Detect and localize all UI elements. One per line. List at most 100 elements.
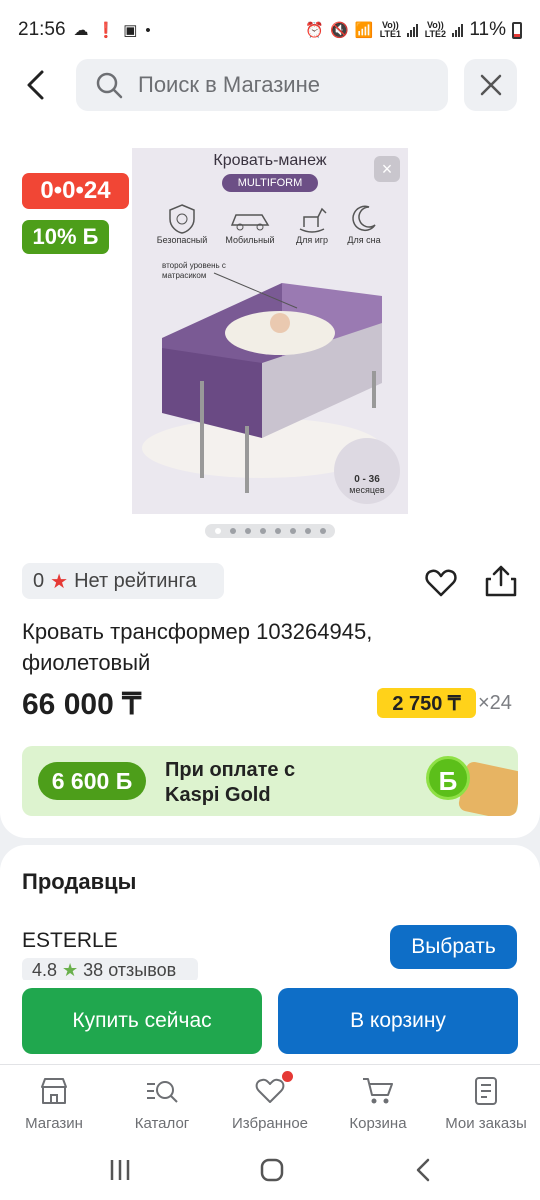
lte2-label: Vo)) LTE2 (424, 20, 447, 39)
image-heading: Кровать-манеж (213, 152, 327, 169)
age-badge: 0 - 36 месяцев (334, 438, 400, 504)
top-bar: Поиск в Магазине (0, 58, 540, 112)
search-icon (96, 72, 123, 99)
tab-favorites[interactable]: Избранное (216, 1071, 324, 1132)
dot-icon: • (145, 21, 151, 39)
bonus-coin-icon: Б (426, 756, 470, 800)
seller-rating-value: 4.8 (32, 959, 58, 980)
gold-text: При оплате с Kaspi Gold (165, 758, 295, 808)
cloud-icon: ☁ (73, 22, 89, 39)
alarm-icon: ⏰ (305, 22, 324, 39)
add-to-cart-button[interactable]: В корзину (278, 988, 518, 1054)
tab-label: Магазин (25, 1115, 83, 1132)
search-input[interactable]: Поиск в Магазине (76, 59, 448, 111)
car-icon (220, 203, 280, 235)
rating-text: Нет рейтинга (74, 569, 197, 592)
bonus-badge: 10% Б (22, 220, 109, 254)
back-button[interactable] (20, 68, 60, 102)
carousel-dots[interactable] (205, 524, 335, 538)
favorite-button[interactable] (424, 566, 458, 600)
recent-apps-button[interactable] (100, 1156, 140, 1184)
seller-reviews: 38 отзывов (83, 959, 177, 980)
bottom-tab-bar: Магазин Каталог Избранное Корзина Мои за… (0, 1064, 540, 1140)
gold-text-line1: При оплате с (165, 759, 296, 781)
orders-icon (475, 1077, 497, 1105)
installment-badge[interactable]: 2 750 ₸ (377, 688, 476, 718)
age-unit: месяцев (349, 485, 385, 495)
choose-seller-button[interactable]: Выбрать (390, 925, 517, 969)
tab-label: Избранное (231, 1115, 309, 1132)
kaspi-gold-banner[interactable]: 6 600 Б При оплате с Kaspi Gold Б (22, 746, 518, 816)
status-time: 21:56 (18, 19, 66, 40)
feature-play: Для игр (282, 203, 342, 245)
product-title: Кровать трансформер 103264945, фиолетовы… (22, 619, 373, 675)
shield-icon (152, 203, 212, 235)
star-icon: ★ (50, 570, 69, 593)
status-bar: 21:56 ☁ ❗ ▣ • ⏰ 🔇 📶 Vo)) LTE1 Vo)) LTE2 … (0, 0, 540, 60)
feature-mobile: Мобильный (220, 203, 280, 245)
image-icon: ▣ (123, 22, 138, 39)
gold-text-line2: Kaspi Gold (165, 784, 271, 806)
seller-name[interactable]: ESTERLE (22, 929, 118, 953)
tab-store[interactable]: Магазин (0, 1075, 108, 1132)
carousel-dot[interactable] (259, 528, 266, 534)
sellers-title: Продавцы (22, 869, 137, 894)
gold-bonus-pill: 6 600 Б (38, 762, 146, 800)
arrow-left-icon (27, 70, 44, 100)
carousel-dot[interactable] (304, 528, 311, 534)
signal2-icon (452, 23, 464, 37)
tab-label: Корзина (349, 1115, 407, 1132)
store-icon (41, 1078, 67, 1104)
carousel-dot[interactable] (289, 528, 296, 534)
rating-pill[interactable]: 0 ★ Нет рейтинга (22, 563, 224, 599)
carousel-dot[interactable] (319, 528, 326, 534)
alert-icon: ❗ (96, 22, 116, 39)
buy-now-button[interactable]: Купить сейчас (22, 988, 262, 1054)
carousel-dot[interactable] (229, 528, 236, 534)
system-back-button[interactable] (404, 1156, 444, 1184)
rocking-horse-icon (282, 203, 342, 235)
age-range: 0 - 36 (354, 474, 380, 485)
tab-label: Каталог (134, 1115, 190, 1132)
tab-catalog[interactable]: Каталог (108, 1075, 216, 1132)
moon-icon (334, 203, 394, 235)
signal1-icon (407, 23, 419, 37)
installment-months: ×24 (478, 692, 512, 714)
feature-label: Для сна (347, 235, 381, 245)
home-icon (260, 1158, 284, 1182)
share-button[interactable] (484, 564, 518, 598)
close-icon (480, 74, 501, 96)
image-close-icon: × (374, 156, 400, 182)
tab-orders[interactable]: Мои заказы (432, 1075, 540, 1132)
home-button[interactable] (252, 1156, 292, 1184)
battery-percent: 11% (469, 19, 506, 40)
carousel-dot[interactable] (244, 528, 251, 534)
feature-safe: Безопасный (152, 203, 212, 245)
close-button[interactable] (464, 59, 517, 111)
tab-label: Мои заказы (445, 1115, 527, 1132)
wifi-icon: 📶 (354, 22, 374, 39)
rating-count: 0 (33, 569, 45, 592)
feature-label: Мобильный (225, 235, 275, 245)
recent-apps-icon (110, 1160, 130, 1180)
promo-timer-badge: 0•0•24 (22, 173, 129, 209)
image-callout: второй уровень с матрасиком (162, 261, 226, 280)
product-card: 0•0•24 10% Б Кровать-манеж MULTIFORM × Б… (0, 112, 540, 838)
feature-label: Безопасный (156, 235, 208, 245)
action-bar: Купить сейчас В корзину (0, 980, 540, 1064)
cart-icon (363, 1078, 393, 1104)
image-brand: MULTIFORM (222, 174, 318, 192)
heart-icon (255, 1078, 285, 1103)
system-nav-bar (0, 1140, 540, 1200)
product-price: 66 000 ₸ (22, 688, 142, 721)
product-image[interactable]: Кровать-манеж MULTIFORM × Безопасный Моб… (132, 148, 408, 514)
seller-rating: 4.8 ★ 38 отзывов (22, 958, 198, 982)
carousel-dot[interactable] (214, 528, 221, 534)
mute-icon: 🔇 (330, 22, 349, 39)
battery-icon (512, 21, 522, 39)
carousel-dot[interactable] (274, 528, 281, 534)
share-icon (485, 565, 517, 597)
tab-cart[interactable]: Корзина (324, 1075, 432, 1132)
lte1-label: Vo)) LTE1 (379, 20, 402, 39)
search-placeholder: Поиск в Магазине (138, 72, 320, 97)
